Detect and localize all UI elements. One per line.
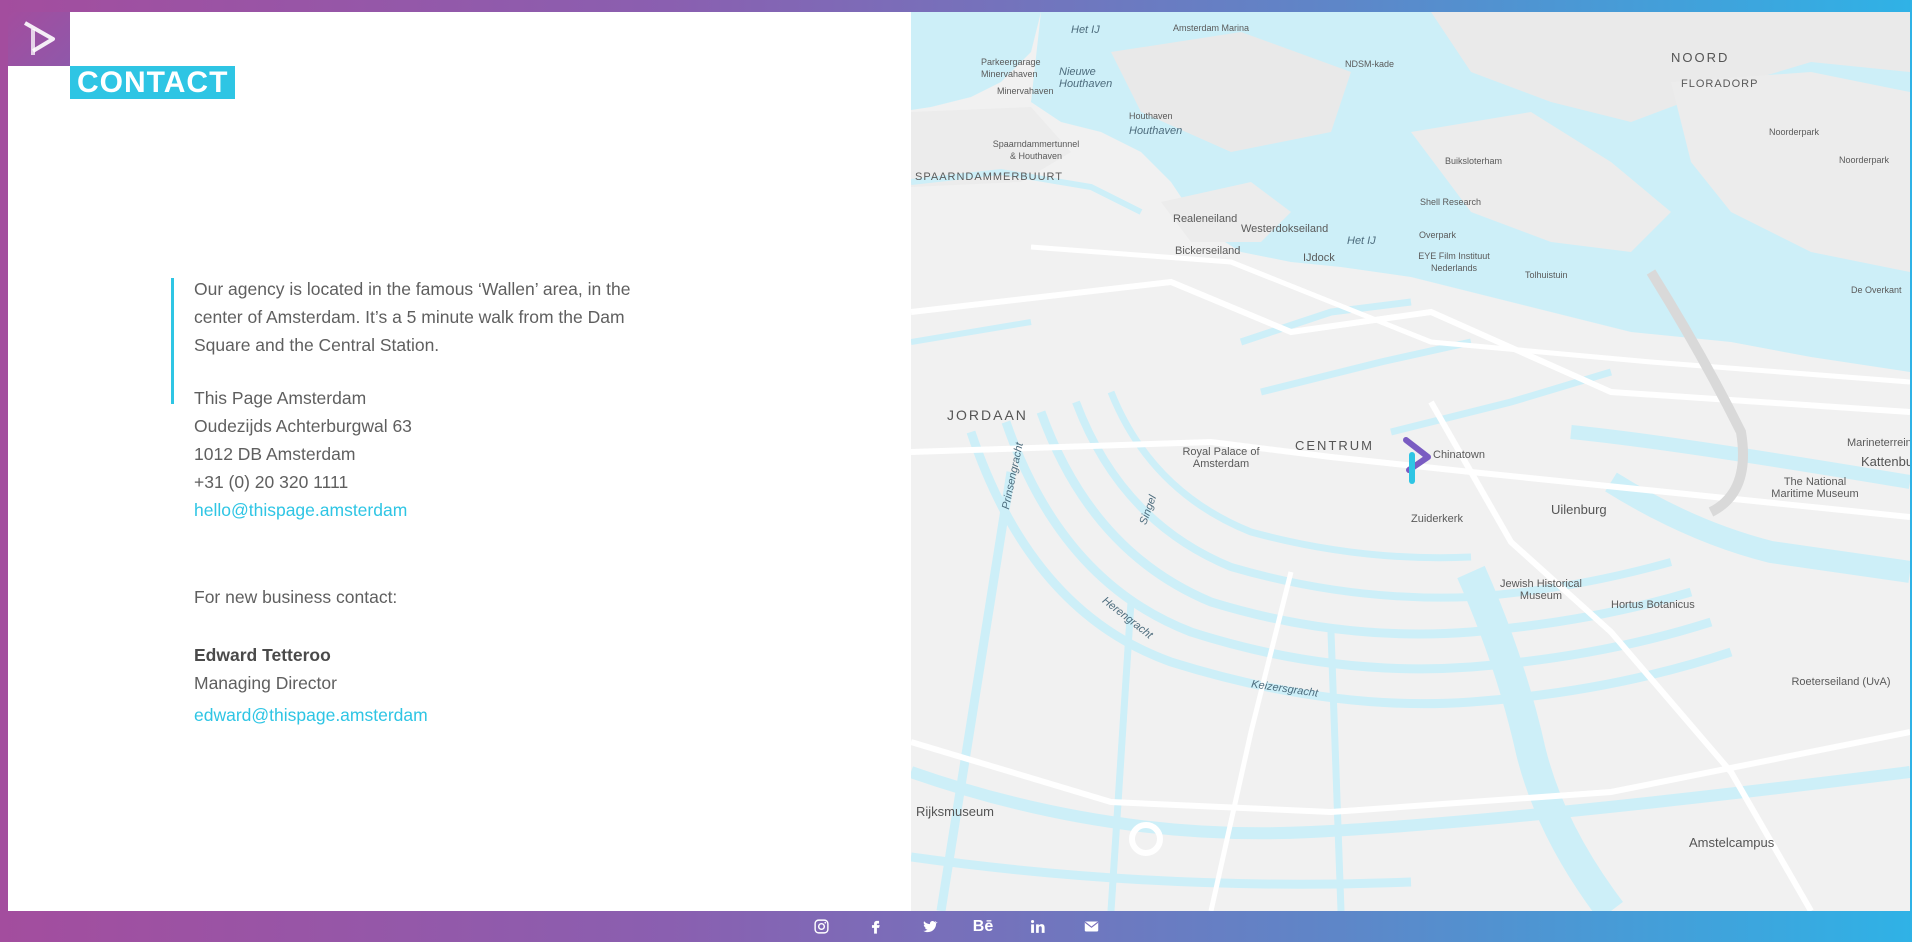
quote-accent-bar <box>171 278 174 404</box>
map-label: SPAARNDAMMERBUURT <box>915 171 1063 183</box>
map-label: Overpark <box>1419 230 1457 240</box>
map-label: Jewish Historical Museum <box>1500 578 1582 602</box>
map-label: Marineterrein <box>1847 437 1910 449</box>
behance-link[interactable]: Bē <box>971 915 995 939</box>
map-label: Spaarndammertunnel & Houthaven <box>992 139 1080 161</box>
contact-email-link[interactable]: edward@thispage.amsterdam <box>194 701 428 729</box>
map-label: De Overkant <box>1851 285 1902 295</box>
general-email-link[interactable]: hello@thispage.amsterdam <box>194 496 412 524</box>
map-label: Uilenburg <box>1551 502 1607 517</box>
contact-name: Edward Tetteroo <box>194 645 331 665</box>
instagram-link[interactable] <box>809 915 833 939</box>
map-label: Roeterseiland (UvA) <box>1791 676 1891 688</box>
intro-line: Square and the Central Station. <box>194 335 440 355</box>
intro-text: Our agency is located in the famous ‘Wal… <box>194 275 694 359</box>
map-label: Amsterdam Marina <box>1173 23 1250 33</box>
phone-number[interactable]: +31 (0) 20 320 1111 <box>194 468 412 496</box>
map[interactable]: Het IJ Amsterdam Marina Parkeergarage Mi… <box>911 12 1910 911</box>
new-business-heading: For new business contact: <box>194 587 398 607</box>
linkedin-link[interactable] <box>1025 915 1049 939</box>
postal-city: 1012 DB Amsterdam <box>194 444 356 464</box>
map-label: Houthaven <box>1129 125 1183 137</box>
map-label: Hortus Botanicus <box>1611 599 1695 611</box>
map-label: Tolhuistuin <box>1525 270 1568 280</box>
map-label: Parkeergarage Minervahaven <box>981 57 1041 79</box>
map-label: Chinatown <box>1433 449 1485 461</box>
instagram-icon <box>813 919 829 934</box>
map-label: Nieuwe Houthaven <box>1059 66 1113 90</box>
map-label: JORDAAN <box>947 407 1028 423</box>
map-label: NDSM-kade <box>1345 59 1395 69</box>
envelope-icon <box>1084 921 1098 932</box>
map-label: Buiksloterham <box>1445 156 1503 166</box>
map-label: Het IJ <box>1347 235 1376 247</box>
map-label: EYE Film Instituut Nederlands <box>1418 251 1490 273</box>
brand-logo[interactable] <box>8 12 70 66</box>
map-label: Het IJ <box>1071 24 1100 36</box>
map-label: Royal Palace of Amsterdam <box>1182 446 1260 470</box>
map-label: Minervahaven <box>997 86 1054 96</box>
street-address: Oudezijds Achterburgwal 63 <box>194 416 412 436</box>
map-label: The National Maritime Museum <box>1771 476 1859 500</box>
map-label: FLORADORP <box>1681 78 1759 90</box>
address-block: This Page Amsterdam Oudezijds Achterburg… <box>194 384 412 524</box>
behance-icon: Bē <box>972 917 994 935</box>
facebook-icon <box>871 920 880 934</box>
page-title: CONTACT <box>70 66 236 99</box>
twitter-icon <box>922 921 938 933</box>
map-label: Houthaven <box>1129 111 1173 121</box>
map-label: Noorderpark <box>1839 155 1890 165</box>
map-label: CENTRUM <box>1295 438 1374 453</box>
page-frame: CONTACT Our agency is located in the fam… <box>8 12 1910 911</box>
social-footer: Bē <box>0 911 1912 942</box>
email-link[interactable] <box>1079 915 1103 939</box>
map-label: Noorderpark <box>1769 127 1820 137</box>
map-label: Westerdokseiland <box>1241 223 1329 235</box>
map-label: Zuiderkerk <box>1411 513 1463 525</box>
map-label: Shell Research <box>1420 197 1482 207</box>
map-label: NOORD <box>1671 50 1730 65</box>
company-name: This Page Amsterdam <box>194 388 367 408</box>
twitter-link[interactable] <box>917 915 941 939</box>
intro-line: center of Amsterdam. It’s a 5 minute wal… <box>194 307 625 327</box>
logo-icon <box>24 21 55 55</box>
map-label: Amstelcampus <box>1689 835 1775 850</box>
map-label: Realeneiland <box>1173 213 1238 225</box>
contact-person: Edward Tetteroo Managing Director edward… <box>194 641 428 729</box>
map-label: IJdock <box>1303 252 1335 264</box>
map-label: Kattenbu <box>1861 454 1910 469</box>
map-label: Bickerseiland <box>1175 245 1241 257</box>
contact-role: Managing Director <box>194 673 337 693</box>
intro-line: Our agency is located in the famous ‘Wal… <box>194 279 631 299</box>
linkedin-icon <box>1030 919 1045 933</box>
map-label: Rijksmuseum <box>916 804 995 819</box>
facebook-link[interactable] <box>863 915 887 939</box>
